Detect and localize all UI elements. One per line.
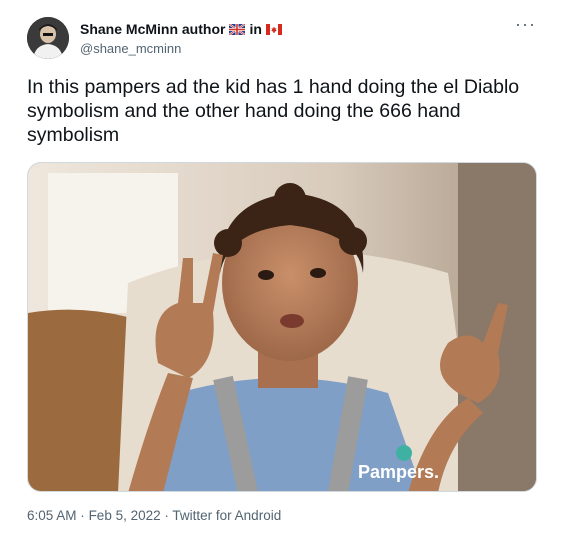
tweet-header: Shane McMinn author in @shane_mcminn bbox=[80, 20, 282, 58]
canada-flag-icon bbox=[265, 23, 282, 35]
media-photo: Pampers. bbox=[28, 163, 536, 491]
author-handle[interactable]: @shane_mcminn bbox=[80, 40, 282, 58]
avatar[interactable] bbox=[27, 17, 69, 59]
author-name-row: Shane McMinn author in bbox=[80, 20, 282, 38]
uk-flag-icon bbox=[229, 23, 246, 35]
avatar-image bbox=[27, 17, 69, 59]
author-name[interactable]: Shane McMinn author bbox=[80, 20, 225, 38]
meta-separator: · bbox=[80, 508, 85, 523]
more-icon[interactable]: ··· bbox=[515, 14, 536, 35]
meta-separator: · bbox=[164, 508, 169, 523]
tweet-date[interactable]: Feb 5, 2022 bbox=[89, 508, 161, 523]
tweet-card: Shane McMinn author in @shane_mcminn ···… bbox=[0, 0, 566, 534]
pampers-watermark: Pampers. bbox=[358, 462, 439, 482]
author-name-suffix: in bbox=[249, 21, 262, 37]
tweet-time[interactable]: 6:05 AM bbox=[27, 508, 77, 523]
tweet-meta: 6:05 AM · Feb 5, 2022 · Twitter for Andr… bbox=[27, 508, 281, 523]
tweet-text: In this pampers ad the kid has 1 hand do… bbox=[27, 76, 520, 146]
tweet-media[interactable]: Pampers. bbox=[27, 162, 537, 492]
tweet-source[interactable]: Twitter for Android bbox=[172, 508, 281, 523]
